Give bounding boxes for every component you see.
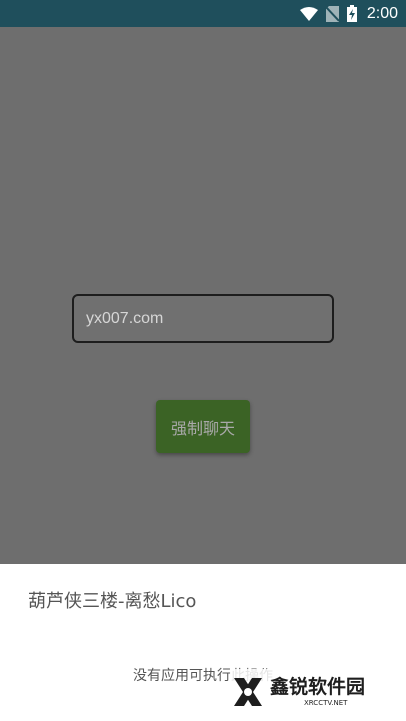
wifi-icon <box>299 6 318 21</box>
watermark-name: 鑫锐软件园 <box>270 675 366 698</box>
bottom-sheet: 葫芦侠三楼-离愁Lico 没有应用可执行此操作 鑫锐软件园 XRCCTV.NET <box>0 564 406 721</box>
x-logo-icon <box>230 674 266 710</box>
sheet-title: 葫芦侠三楼-离愁Lico <box>28 591 197 612</box>
app-content: 强制聊天 <box>0 27 406 564</box>
battery-charging-icon <box>346 5 357 22</box>
force-chat-button[interactable]: 强制聊天 <box>156 400 250 453</box>
watermark-text: 鑫锐软件园 XRCCTV.NET <box>270 675 366 707</box>
status-bar: 2:00 <box>0 0 406 27</box>
status-icons: 2:00 <box>299 0 398 27</box>
screen: 2:00 强制聊天 葫芦侠三楼-离愁Lico 没有应用可执行此操作 鑫锐软件园 … <box>0 0 406 721</box>
url-input[interactable] <box>72 294 334 343</box>
watermark: 鑫锐软件园 XRCCTV.NET <box>230 669 390 715</box>
status-time: 2:00 <box>366 4 398 22</box>
no-sim-icon <box>325 5 339 22</box>
watermark-url: XRCCTV.NET <box>304 698 348 707</box>
